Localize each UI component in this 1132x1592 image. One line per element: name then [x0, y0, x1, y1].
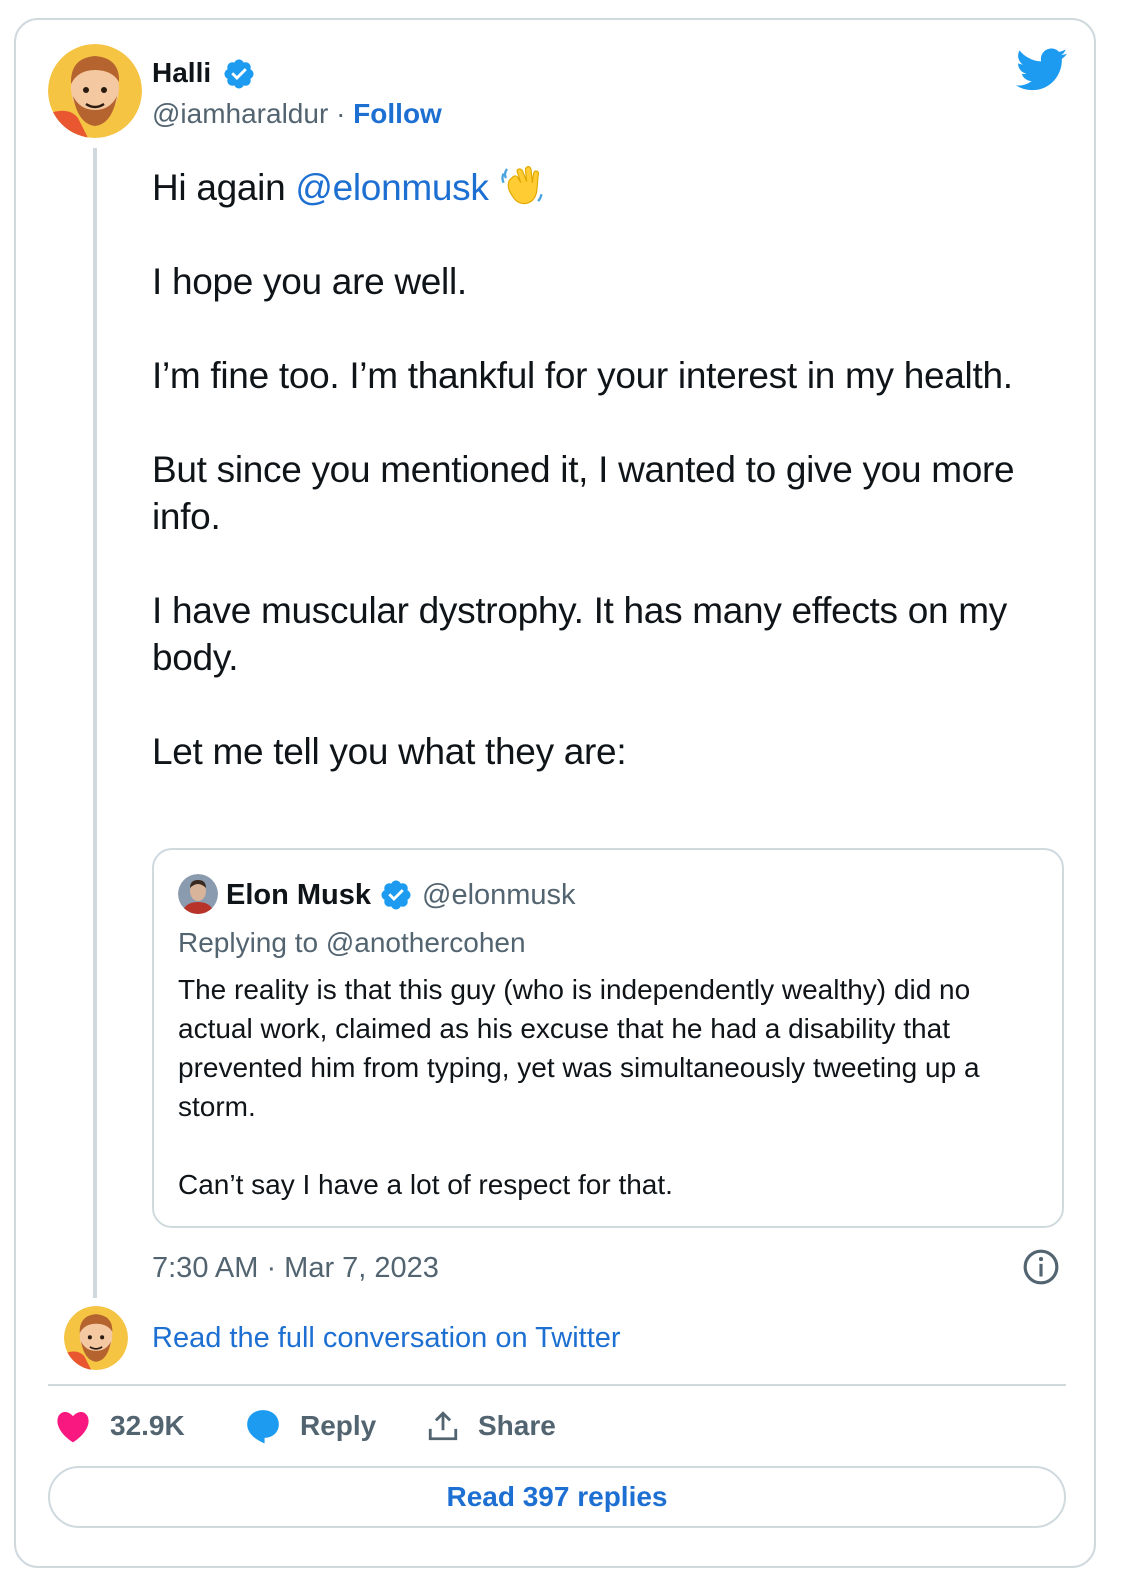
quoted-author-handle[interactable]: @elonmusk [422, 876, 576, 914]
like-button[interactable]: 32.9K [54, 1404, 185, 1448]
share-icon [428, 1411, 458, 1441]
tweet-timestamp[interactable]: 7:30 AM · Mar 7, 2023 [152, 1248, 439, 1288]
quoted-text: The reality is that this guy (who is ind… [178, 970, 1038, 1243]
quoted-author-name[interactable]: Elon Musk [226, 876, 371, 914]
tweet-paragraph: Let me tell you what they are: [152, 731, 627, 772]
replying-to: Replying to @anothercohen [178, 927, 526, 958]
reply-button[interactable]: Reply [244, 1404, 376, 1448]
mention-link[interactable]: @elonmusk [295, 167, 489, 208]
share-button[interactable]: Share [426, 1404, 556, 1448]
quoted-paragraph: The reality is that this guy (who is ind… [178, 974, 980, 1122]
heart-icon [57, 1411, 89, 1443]
quoted-tweet[interactable]: Elon Musk @elonmusk Replying to @another… [152, 848, 1064, 1228]
divider [48, 1384, 1066, 1386]
waving-hand-icon [500, 166, 543, 205]
tweet-paragraph: I hope you are well. [152, 261, 467, 302]
share-label: Share [478, 1410, 556, 1441]
quoted-author-avatar[interactable] [178, 874, 218, 914]
separator-dot: · [336, 98, 346, 129]
tweet-paragraph: I’m fine too. I’m thankful for your inte… [152, 355, 1013, 396]
author-name[interactable]: Halli [152, 54, 211, 92]
thread-line [93, 148, 97, 1298]
author-avatar-small[interactable] [64, 1306, 128, 1370]
read-replies-button[interactable]: Read 397 replies [48, 1466, 1066, 1528]
author-handle[interactable]: @iamharaldur [152, 98, 328, 129]
read-full-conversation-link[interactable]: Read the full conversation on Twitter [152, 1318, 621, 1358]
tweet-paragraph: But since you mentioned it, I wanted to … [152, 449, 1015, 537]
verified-badge-icon [381, 880, 411, 910]
tweet-text: Hi again @elonmusk I hope you are well. … [152, 162, 1072, 822]
tweet-paragraph: I have muscular dystrophy. It has many e… [152, 590, 1007, 678]
embedded-tweet-card: Halli @iamharaldur · Follow Hi again @el… [14, 18, 1096, 1568]
author-handle-row: @iamharaldur · Follow [152, 94, 442, 134]
reply-label: Reply [300, 1410, 377, 1441]
speech-bubble-icon [247, 1410, 279, 1444]
follow-button[interactable]: Follow [353, 98, 442, 129]
tweet-paragraph: Hi again @elonmusk [152, 162, 1072, 211]
author-avatar[interactable] [48, 44, 142, 138]
verified-badge-icon [224, 59, 254, 89]
twitter-bird-icon[interactable] [1016, 48, 1068, 92]
quoted-paragraph: Can’t say I have a lot of respect for th… [178, 1169, 673, 1200]
like-count: 32.9K [110, 1410, 185, 1441]
info-icon[interactable] [1022, 1248, 1060, 1286]
